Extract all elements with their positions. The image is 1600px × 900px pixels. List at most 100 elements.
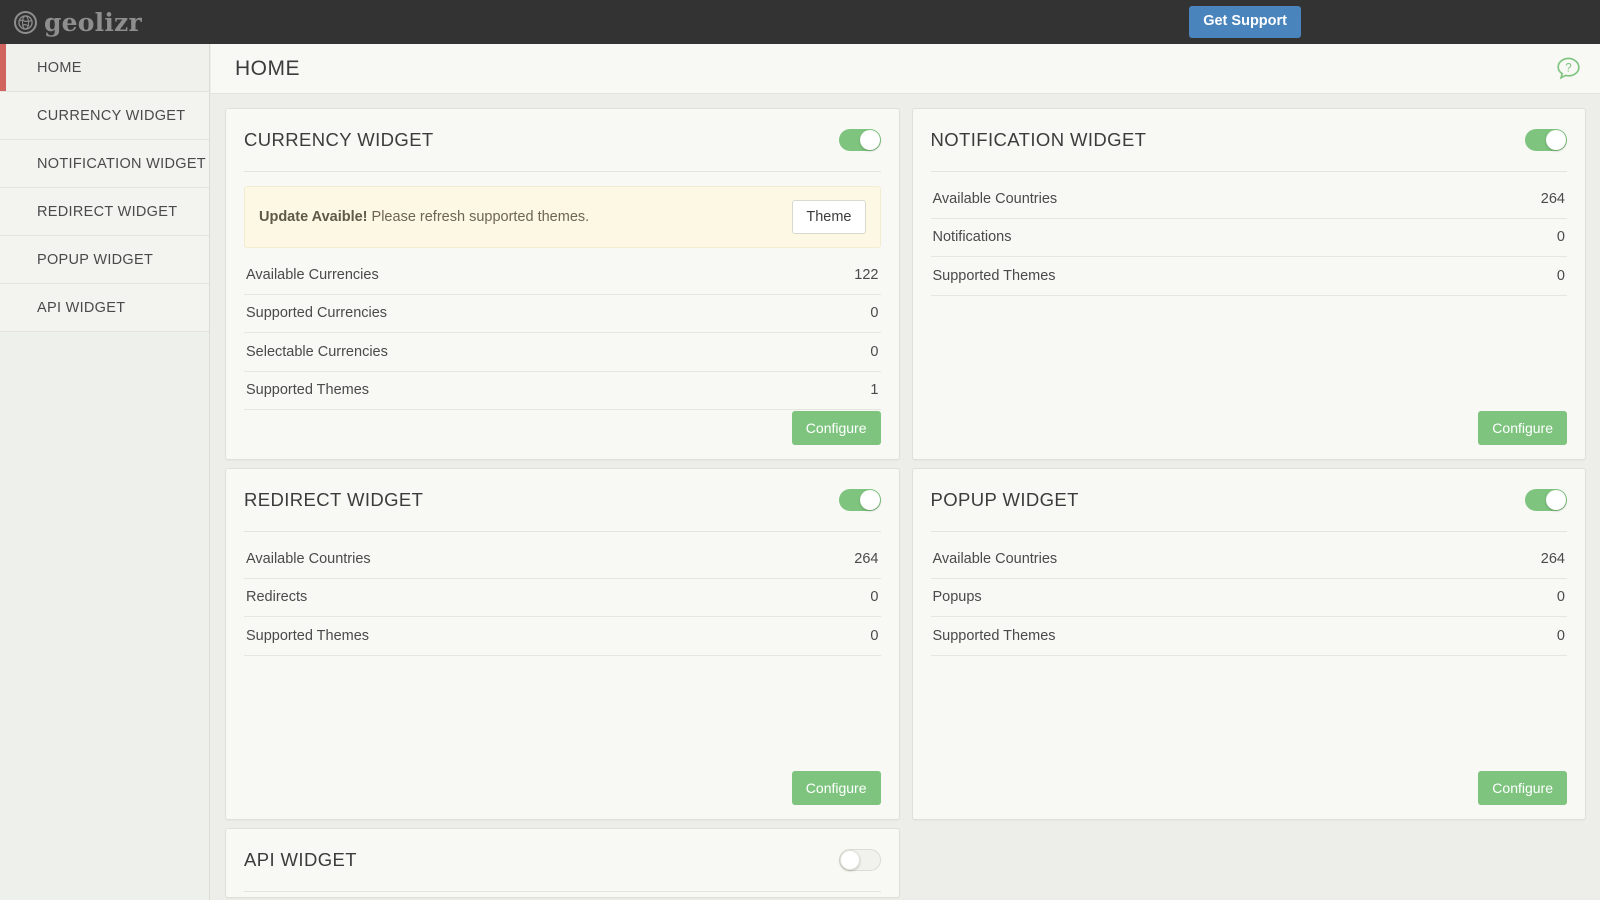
redirect-widget-header: REDIRECT WIDGET xyxy=(244,469,881,532)
configure-redirect-button[interactable]: Configure xyxy=(791,771,881,805)
configure-popup-button[interactable]: Configure xyxy=(1478,771,1567,805)
stat-label: Available Countries xyxy=(246,550,371,567)
alert-detail: Please refresh supported themes. xyxy=(367,209,590,225)
notification-widget-stats: Available Countries 264 Notifications 0 … xyxy=(930,180,1567,296)
stat-row: Supported Themes 0 xyxy=(930,617,1567,656)
sidebar-item-label: CURRENCY WIDGET xyxy=(37,107,186,124)
stat-value: 264 xyxy=(1540,550,1565,567)
sidebar-item-notification-widget[interactable]: NOTIFICATION WIDGET xyxy=(0,140,209,188)
toggle-knob xyxy=(859,130,880,150)
stat-value: 0 xyxy=(870,305,879,322)
stat-value: 264 xyxy=(1540,190,1565,207)
svg-text:?: ? xyxy=(1565,63,1571,75)
notification-widget-toggle[interactable] xyxy=(1525,129,1567,151)
currency-update-alert: Update Avaible! Please refresh supported… xyxy=(244,186,881,248)
currency-widget-card: CURRENCY WIDGET Update Avaible! Please r… xyxy=(225,108,900,460)
sidebar-item-popup-widget[interactable]: POPUP WIDGET xyxy=(0,236,209,284)
stat-value: 0 xyxy=(870,343,879,360)
toggle-knob xyxy=(859,490,880,510)
popup-widget-toggle[interactable] xyxy=(1525,489,1567,511)
stat-row: Notifications 0 xyxy=(930,219,1567,257)
stat-row: Popups 0 xyxy=(930,579,1567,617)
stat-label: Redirects xyxy=(246,589,308,606)
widget-cards-grid: CURRENCY WIDGET Update Avaible! Please r… xyxy=(211,94,1600,900)
sidebar-item-label: HOME xyxy=(37,59,82,76)
page-header: HOME ? xyxy=(211,44,1600,94)
stat-value: 122 xyxy=(854,266,879,283)
currency-widget-header: CURRENCY WIDGET xyxy=(244,109,881,172)
sidebar-item-label: REDIRECT WIDGET xyxy=(37,203,178,220)
toggle-knob xyxy=(1546,490,1566,510)
main-content: HOME ? CURRENCY WIDGET Update Avaible! P… xyxy=(211,44,1600,900)
stat-row: Supported Themes 0 xyxy=(244,617,881,656)
popup-widget-footer: Configure xyxy=(931,771,1567,805)
stat-row: Available Countries 264 xyxy=(244,540,881,579)
stat-label: Notifications xyxy=(932,229,1012,246)
theme-refresh-button[interactable]: Theme xyxy=(792,200,866,234)
currency-widget-toggle[interactable] xyxy=(838,129,881,151)
stat-row: Selectable Currencies 0 xyxy=(244,333,881,372)
alert-message: Update Avaible! Please refresh supported… xyxy=(259,209,589,225)
stat-value: 0 xyxy=(1556,267,1565,284)
help-chat-icon[interactable]: ? xyxy=(1555,55,1582,82)
sidebar-item-home[interactable]: HOME xyxy=(0,44,209,92)
sidebar-item-api-widget[interactable]: API WIDGET xyxy=(0,284,209,332)
stat-row: Supported Themes 0 xyxy=(930,257,1567,296)
api-widget-column: API WIDGET xyxy=(219,824,906,900)
stat-row: Redirects 0 xyxy=(244,579,881,617)
page-title: HOME xyxy=(235,56,300,80)
stat-value: 1 xyxy=(870,382,879,399)
stat-row: Supported Currencies 0 xyxy=(244,295,881,333)
globe-icon xyxy=(14,10,37,34)
toggle-knob xyxy=(1546,130,1566,150)
currency-widget-stats: Available Currencies 122 Supported Curre… xyxy=(244,256,881,410)
stat-row: Supported Themes 1 xyxy=(244,372,881,410)
stat-value: 0 xyxy=(1556,627,1565,644)
stat-value: 0 xyxy=(1556,229,1565,246)
configure-currency-button[interactable]: Configure xyxy=(791,411,881,445)
stat-value: 264 xyxy=(854,550,879,567)
redirect-widget-stats: Available Countries 264 Redirects 0 Supp… xyxy=(244,540,881,656)
sidebar-item-label: POPUP WIDGET xyxy=(37,251,154,268)
app-logo[interactable]: geolizr xyxy=(14,8,142,37)
api-widget-toggle[interactable] xyxy=(838,849,881,871)
sidebar-item-label: API WIDGET xyxy=(37,299,126,316)
notification-widget-column: NOTIFICATION WIDGET Available Countries … xyxy=(906,104,1593,464)
redirect-widget-title: REDIRECT WIDGET xyxy=(244,489,424,510)
currency-widget-column: CURRENCY WIDGET Update Avaible! Please r… xyxy=(219,104,906,464)
popup-widget-title: POPUP WIDGET xyxy=(930,489,1079,510)
sidebar-item-label: NOTIFICATION WIDGET xyxy=(37,155,206,172)
stat-label: Popups xyxy=(932,589,982,606)
stat-label: Available Countries xyxy=(932,190,1058,207)
stat-label: Supported Themes xyxy=(246,627,370,644)
stat-label: Selectable Currencies xyxy=(246,343,388,360)
stat-label: Available Countries xyxy=(932,550,1058,567)
popup-widget-stats: Available Countries 264 Popups 0 Support… xyxy=(930,540,1567,656)
sidebar-empty-space xyxy=(0,332,209,900)
api-widget-card: API WIDGET xyxy=(225,828,900,898)
stat-label: Supported Themes xyxy=(932,627,1056,644)
redirect-widget-footer: Configure xyxy=(244,771,881,805)
stat-value: 0 xyxy=(1556,589,1565,606)
redirect-widget-toggle[interactable] xyxy=(838,489,881,511)
notification-widget-card: NOTIFICATION WIDGET Available Countries … xyxy=(911,108,1586,460)
stat-label: Supported Themes xyxy=(246,382,370,399)
stat-label: Supported Currencies xyxy=(246,305,388,322)
stat-row: Available Countries 264 xyxy=(930,540,1567,579)
api-widget-title: API WIDGET xyxy=(244,849,357,870)
alert-strong: Update Avaible! xyxy=(259,209,368,225)
get-support-button[interactable]: Get Support xyxy=(1189,6,1301,38)
sidebar-item-currency-widget[interactable]: CURRENCY WIDGET xyxy=(0,92,209,140)
currency-widget-footer: Configure xyxy=(244,411,881,445)
popup-widget-header: POPUP WIDGET xyxy=(930,469,1567,532)
redirect-widget-column: REDIRECT WIDGET Available Countries 264 … xyxy=(219,464,906,824)
stat-label: Available Currencies xyxy=(246,266,379,283)
configure-notification-button[interactable]: Configure xyxy=(1478,411,1567,445)
popup-widget-column: POPUP WIDGET Available Countries 264 Pop… xyxy=(906,464,1593,824)
logo-text: geolizr xyxy=(44,7,142,37)
stat-value: 0 xyxy=(870,627,879,644)
top-bar: geolizr Get Support xyxy=(0,0,1600,44)
sidebar-item-redirect-widget[interactable]: REDIRECT WIDGET xyxy=(0,188,209,236)
stat-row: Available Countries 264 xyxy=(930,180,1567,219)
stat-value: 0 xyxy=(870,589,879,606)
